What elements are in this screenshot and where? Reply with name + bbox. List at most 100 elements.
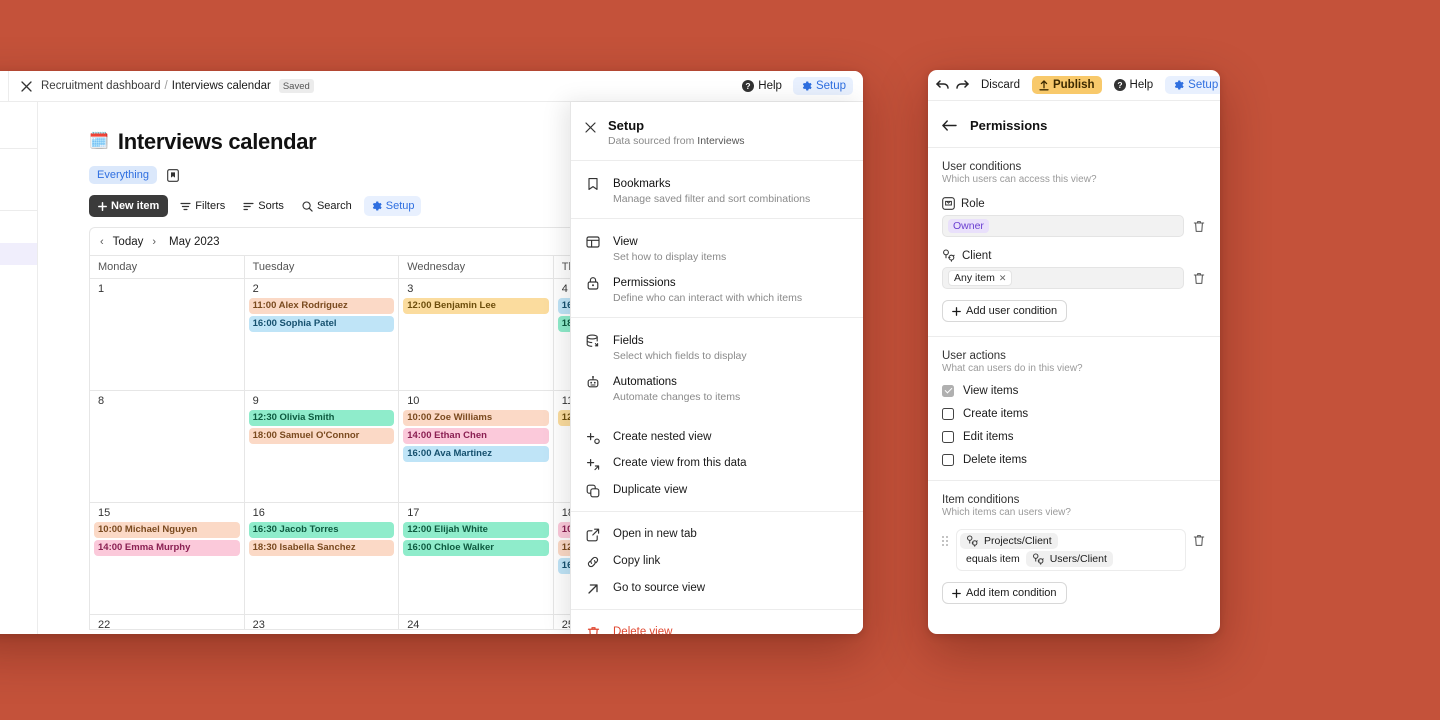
checkbox-create-items[interactable]	[942, 408, 954, 420]
plus-icon	[952, 588, 961, 598]
setup-menu-item-desc: Automate changes to items	[613, 391, 741, 403]
calendar-day-cell[interactable]: 2 11:00 Alex Rodriguez 16:00 Sophia Patel	[245, 279, 400, 390]
setup-menu-action-open-in-new-tab[interactable]: Open in new tab	[571, 520, 863, 547]
calendar-day-cell[interactable]: 23	[245, 615, 400, 629]
filters-button[interactable]: Filters	[174, 196, 231, 216]
toggle-sidebar-icon[interactable]	[0, 76, 4, 96]
sorts-button[interactable]: Sorts	[237, 196, 290, 216]
help-button[interactable]: ? Help	[1107, 76, 1161, 94]
calendar-day-cell[interactable]: 8	[90, 391, 245, 502]
user-action-row[interactable]: Delete items	[942, 454, 1206, 466]
next-month-button[interactable]: ›	[152, 236, 156, 248]
calendar-event[interactable]: 14:00 Emma Murphy	[94, 539, 240, 556]
condition-left-pill[interactable]: Projects/Client	[960, 533, 1058, 549]
calendar-day-cell[interactable]: 9 12:30 Olivia Smith 18:00 Samuel O'Connor	[245, 391, 400, 502]
sidebar-item-selected[interactable]: r	[0, 243, 37, 265]
calendar-event[interactable]: 14:00 Ethan Chen	[403, 427, 549, 444]
calendar-event[interactable]: 12:00 Elijah White	[403, 522, 549, 538]
setup-menu-item-bookmarks[interactable]: Bookmarks Manage saved filter and sort co…	[571, 169, 863, 210]
delete-item-condition-icon[interactable]	[1192, 534, 1206, 547]
client-input[interactable]: Any item ✕	[942, 267, 1184, 289]
add-user-condition-button[interactable]: Add user condition	[942, 300, 1068, 322]
view-setup-button[interactable]: Setup	[363, 196, 421, 216]
breadcrumb-root[interactable]: Recruitment dashboard	[41, 80, 161, 92]
calendar-event[interactable]: 16:00 Sophia Patel	[248, 315, 395, 332]
setup-menu-action-delete-view[interactable]: Delete view	[571, 618, 863, 634]
sidebar-item-dashboard[interactable]: ard	[0, 161, 37, 183]
role-value-chip[interactable]: Owner	[948, 219, 989, 233]
redo-icon[interactable]	[955, 76, 969, 94]
discard-button[interactable]: Discard	[974, 76, 1027, 94]
setup-menu-group: Fields Select which fields to display Auto…	[571, 318, 863, 416]
item-condition-box[interactable]: Projects/Client equals item Users/Client	[956, 529, 1186, 571]
tab-everything[interactable]: Everything	[89, 166, 157, 184]
undo-icon[interactable]	[936, 76, 950, 94]
calendar-event[interactable]: 10:00 Zoe Williams	[403, 410, 549, 426]
drag-handle-icon[interactable]	[942, 536, 950, 546]
setup-menu-groups: Bookmarks Manage saved filter and sort co…	[571, 161, 863, 416]
setup-menu-action-create-nested-view[interactable]: Create nested view	[571, 424, 863, 450]
checkbox-view-items[interactable]	[942, 385, 954, 397]
calendar-event[interactable]: 12:00 Benjamin Lee	[403, 298, 549, 314]
publish-button[interactable]: Publish	[1031, 76, 1102, 94]
condition-right-pill[interactable]: Users/Client	[1025, 551, 1113, 567]
add-item-condition-label: Add item condition	[966, 587, 1057, 599]
new-item-button[interactable]: New item	[89, 195, 169, 217]
calendar-event[interactable]: 18:30 Isabella Sanchez	[248, 539, 395, 556]
calendar-day-cell[interactable]: 24	[399, 615, 554, 629]
setup-menu-source[interactable]: Interviews	[697, 135, 744, 147]
user-action-row[interactable]: Create items	[942, 408, 1206, 420]
setup-menu-action-duplicate-view[interactable]: Duplicate view	[571, 476, 863, 503]
calendar-day-cell[interactable]: 16 16:30 Jacob Torres 18:30 Isabella Sanch…	[245, 503, 400, 614]
calendar-event[interactable]: 16:00 Ava Martinez	[403, 445, 549, 462]
search-button[interactable]: Search	[296, 196, 358, 216]
delete-client-condition-icon[interactable]	[1192, 272, 1206, 285]
checkbox-edit-items[interactable]	[942, 431, 954, 443]
calendar-event[interactable]: 16:00 Chloe Walker	[403, 539, 549, 556]
setup-menu-item-view[interactable]: View Set how to display items	[571, 227, 863, 268]
add-user-condition-label: Add user condition	[966, 305, 1058, 317]
item-conditions-section: Item conditions Which items can users vi…	[928, 481, 1220, 618]
calendar-day-cell[interactable]: 15 10:00 Michael Nguyen 14:00 Emma Murphy	[90, 503, 245, 614]
setup-button[interactable]: Setup	[792, 77, 853, 95]
add-bookmark-icon[interactable]	[166, 168, 180, 182]
calendar-day-cell[interactable]: 10 10:00 Zoe Williams 14:00 Ethan Chen 16:0…	[399, 391, 554, 502]
breadcrumb-leaf[interactable]: Interviews calendar	[172, 80, 271, 92]
calendar-event[interactable]: 10:00 Michael Nguyen	[94, 522, 240, 538]
prev-month-button[interactable]: ‹	[100, 236, 104, 248]
user-action-row[interactable]: Edit items	[942, 431, 1206, 443]
calendar-event[interactable]: 12:30 Olivia Smith	[248, 410, 395, 426]
back-arrow-icon[interactable]	[942, 120, 957, 131]
setup-menu-item-fields[interactable]: Fields Select which fields to display	[571, 326, 863, 367]
today-button[interactable]: Today	[113, 236, 144, 248]
close-icon[interactable]	[15, 76, 37, 96]
calendar-event[interactable]: 11:00 Alex Rodriguez	[248, 298, 395, 314]
user-actions-heading: User actions	[942, 350, 1006, 362]
setup-menu-item-permissions[interactable]: Permissions Define who can interact with …	[571, 268, 863, 309]
calendar-day-cell[interactable]: 17 12:00 Elijah White 16:00 Chloe Walker	[399, 503, 554, 614]
calendar-day-cell[interactable]: 3 12:00 Benjamin Lee	[399, 279, 554, 390]
setup-menu-action-copy-link[interactable]: Copy link	[571, 547, 863, 574]
help-button[interactable]: ? Help	[735, 77, 789, 95]
calendar-day-cell[interactable]: 22	[90, 615, 245, 629]
gear-icon	[370, 200, 382, 212]
calendar-event[interactable]: 18:00 Samuel O'Connor	[248, 427, 395, 444]
calendar-event[interactable]: 16:30 Jacob Torres	[248, 522, 395, 538]
client-value-chip[interactable]: Any item ✕	[948, 270, 1013, 286]
calendar-day-cell[interactable]: 1	[90, 279, 245, 390]
filters-label: Filters	[195, 200, 226, 212]
remove-client-value-icon[interactable]: ✕	[999, 273, 1007, 284]
checkbox-delete-items[interactable]	[942, 454, 954, 466]
setup-button[interactable]: Setup	[1165, 76, 1220, 94]
topbar-divider	[8, 71, 9, 102]
setup-menu-item-automations[interactable]: Automations Automate changes to items	[571, 367, 863, 408]
role-input[interactable]: Owner	[942, 215, 1184, 237]
setup-menu-action-create-view-from-this-data[interactable]: Create view from this data	[571, 450, 863, 476]
close-icon[interactable]	[585, 122, 596, 133]
condition-operator[interactable]: equals item	[960, 551, 1026, 567]
user-action-row[interactable]: View items	[942, 385, 1206, 397]
add-item-condition-button[interactable]: Add item condition	[942, 582, 1067, 604]
setup-menu-action-go-to-source-view[interactable]: Go to source view	[571, 574, 863, 601]
delete-role-condition-icon[interactable]	[1192, 220, 1206, 233]
search-label: Search	[316, 200, 352, 212]
